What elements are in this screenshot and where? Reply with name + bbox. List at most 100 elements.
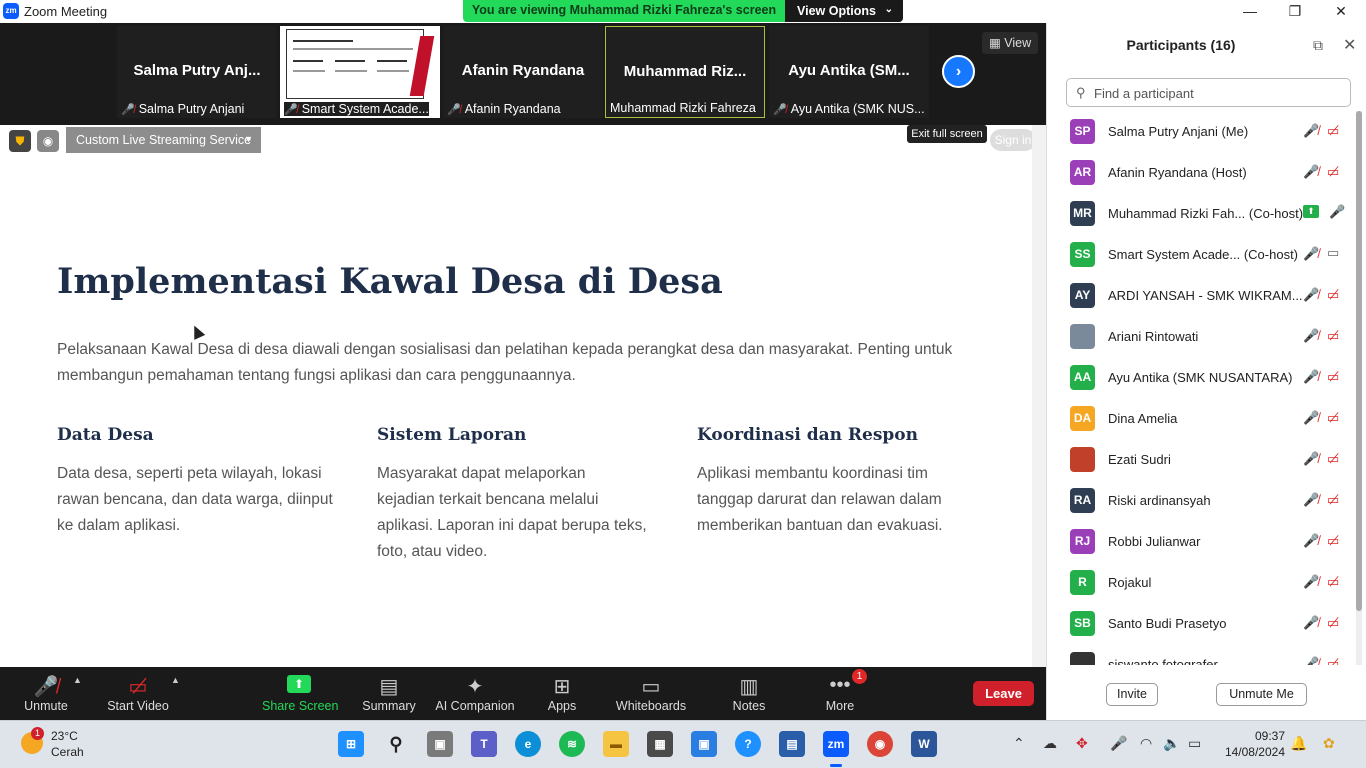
search-taskbar-icon[interactable]: ⚲ — [383, 731, 409, 757]
participant-row[interactable]: SB Santo Budi Prasetyo 🎤̸ ▭̸ — [1047, 603, 1355, 644]
clock-time[interactable]: 09:37 — [1215, 729, 1285, 743]
sign-in-button[interactable]: Sign in — [990, 129, 1036, 151]
live-streaming-dropdown[interactable]: Custom Live Streaming Service ▼ — [66, 127, 261, 153]
close-window-button[interactable]: ✕ — [1318, 0, 1364, 23]
search-input[interactable] — [1094, 83, 1344, 103]
volume-icon[interactable]: 🔈 — [1163, 735, 1180, 752]
minimize-button[interactable]: — — [1227, 0, 1273, 23]
participant-scrollbar[interactable] — [1356, 111, 1362, 665]
zoom-taskbar-icon[interactable]: zm — [823, 731, 849, 767]
start-menu-icon[interactable]: ⊞ — [338, 731, 364, 757]
participant-row[interactable]: MR Muhammad Rizki Fah... (Co-host) ⬆ 🎤 — [1047, 193, 1355, 234]
camera-off-icon[interactable]: ▭̸ — [1327, 328, 1339, 344]
participant-row[interactable]: SP Salma Putry Anjani (Me) 🎤̸ ▭̸ — [1047, 111, 1355, 152]
camera-off-icon[interactable]: ▭̸ — [1327, 123, 1339, 139]
unmute-me-button[interactable]: Unmute Me — [1216, 683, 1307, 706]
ai-companion-button[interactable]: ✦ AI Companion — [432, 667, 518, 720]
help-icon[interactable]: ? — [735, 731, 761, 757]
unmute-button[interactable]: 🎤̸ Unmute — [15, 667, 77, 720]
view-button[interactable]: ▦ View — [982, 32, 1038, 54]
mic-muted-icon[interactable]: 🎤̸ — [1303, 492, 1319, 508]
audio-options-caret[interactable]: ▲ — [73, 675, 82, 685]
invite-button[interactable]: Invite — [1106, 683, 1158, 706]
mic-on-icon[interactable]: 🎤 — [1329, 204, 1345, 220]
participant-row[interactable]: R Rojakul 🎤̸ ▭̸ — [1047, 562, 1355, 603]
battery-icon[interactable]: ▭ — [1188, 735, 1201, 752]
mic-muted-icon[interactable]: 🎤̸ — [1303, 451, 1319, 467]
mic-muted-icon[interactable]: 🎤̸ — [1303, 246, 1319, 262]
camera-off-icon[interactable]: ▭̸ — [1327, 615, 1339, 631]
teams-icon[interactable]: T — [471, 731, 497, 757]
next-page-button[interactable]: › — [942, 55, 975, 88]
copilot-icon[interactable]: ✿ — [1323, 735, 1335, 752]
view-options-button[interactable]: View Options ⌄ — [785, 0, 903, 22]
file-explorer-icon[interactable]: ▬ — [603, 731, 629, 757]
participant-row[interactable]: DA Dina Amelia 🎤̸ ▭̸ — [1047, 398, 1355, 439]
camera-off-icon[interactable]: ▭̸ — [1327, 164, 1339, 180]
camera-off-icon[interactable]: ▭̸ — [1327, 410, 1339, 426]
spotify-icon[interactable]: ≋ — [559, 731, 585, 757]
participant-row[interactable]: Ariani Rintowati 🎤̸ ▭̸ — [1047, 316, 1355, 357]
mic-muted-icon[interactable]: 🎤̸ — [1303, 328, 1319, 344]
mic-muted-icon[interactable]: 🎤̸ — [1303, 287, 1319, 303]
mic-muted-icon[interactable]: 🎤̸ — [1303, 369, 1319, 385]
camera-off-icon[interactable]: ▭̸ — [1327, 656, 1339, 665]
close-icon[interactable]: ✕ — [1343, 35, 1356, 55]
tray-chevron-icon[interactable]: ⌃ — [1013, 735, 1025, 752]
participant-row[interactable]: siswanto fotografer 🎤̸ ▭̸ — [1047, 644, 1355, 665]
participant-row[interactable]: AR Afanin Ryandana (Host) 🎤̸ ▭̸ — [1047, 152, 1355, 193]
participant-row[interactable]: RJ Robbi Julianwar 🎤̸ ▭̸ — [1047, 521, 1355, 562]
shield-icon[interactable]: ⛊ — [9, 130, 31, 152]
rss-icon[interactable]: ◉ — [37, 130, 59, 152]
notification-bell-icon[interactable]: 🔔 — [1290, 735, 1307, 752]
chrome-icon[interactable]: ◉ — [867, 731, 893, 757]
mic-muted-icon[interactable]: 🎤̸ — [1303, 656, 1319, 665]
camera-off-icon[interactable]: ▭̸ — [1327, 533, 1339, 549]
word-icon[interactable]: W — [911, 731, 937, 757]
camera-off-icon[interactable]: ▭̸ — [1327, 451, 1339, 467]
camera-off-icon[interactable]: ▭̸ — [1327, 492, 1339, 508]
leave-button[interactable]: Leave — [973, 681, 1034, 706]
mic-muted-icon[interactable]: 🎤̸ — [1303, 533, 1319, 549]
participant-row[interactable]: SS Smart System Acade... (Co-host) 🎤̸ ▭ — [1047, 234, 1355, 275]
mic-muted-icon[interactable]: 🎤̸ — [1303, 164, 1319, 180]
app-tray-icon[interactable]: ✥ — [1076, 735, 1088, 752]
camera-off-icon[interactable]: ▭̸ — [1327, 574, 1339, 590]
share-screen-button[interactable]: ⬆ Share Screen — [262, 667, 338, 720]
participant-search[interactable]: ⚲ — [1066, 78, 1351, 107]
mic-muted-icon[interactable]: 🎤̸ — [1303, 123, 1319, 139]
video-tile-shared[interactable]: 🎤̸ Smart System Acade... — [280, 26, 440, 118]
camera-on-icon[interactable]: ▭ — [1327, 245, 1339, 261]
camera-off-icon[interactable]: ▭̸ — [1327, 287, 1339, 303]
video-tile[interactable]: Salma Putry Anj... 🎤̸ Salma Putry Anjani — [117, 26, 277, 118]
task-view-icon[interactable]: ▣ — [427, 731, 453, 757]
participant-row[interactable]: RA Riski ardinansyah 🎤̸ ▭̸ — [1047, 480, 1355, 521]
mic-muted-icon[interactable]: 🎤̸ — [1303, 574, 1319, 590]
mic-muted-icon[interactable]: 🎤̸ — [1303, 410, 1319, 426]
video-tile[interactable]: Afanin Ryandana 🎤̸ Afanin Ryandana — [443, 26, 603, 118]
edge-icon[interactable]: e — [515, 731, 541, 757]
participant-row[interactable]: AA Ayu Antika (SMK NUSANTARA) 🎤̸ ▭̸ — [1047, 357, 1355, 398]
summary-button[interactable]: ▤ Summary — [358, 667, 420, 720]
microphone-icon[interactable]: 🎤 — [1110, 735, 1127, 752]
video-tile-active-speaker[interactable]: Muhammad Riz... Muhammad Rizki Fahreza — [605, 26, 765, 118]
participant-row[interactable]: AY ARDI YANSAH - SMK WIKRAM... 🎤̸ ▭̸ — [1047, 275, 1355, 316]
whiteboards-button[interactable]: ▭ Whiteboards — [612, 667, 690, 720]
store-icon[interactable]: ▣ — [691, 731, 717, 757]
mic-muted-icon[interactable]: 🎤̸ — [1303, 615, 1319, 631]
participant-row[interactable]: Ezati Sudri 🎤̸ ▭̸ — [1047, 439, 1355, 480]
start-video-button[interactable]: ▭̸ Start Video — [103, 667, 173, 720]
calculator-icon[interactable]: ▦ — [647, 731, 673, 757]
clock-date[interactable]: 14/08/2024 — [1215, 745, 1285, 759]
apps-button[interactable]: ⊞ Apps — [540, 667, 584, 720]
notes-button[interactable]: ▥ Notes — [728, 667, 770, 720]
camera-off-icon[interactable]: ▭̸ — [1327, 369, 1339, 385]
pop-out-icon[interactable]: ⧉ — [1313, 37, 1323, 54]
share-scrollbar[interactable] — [1032, 125, 1046, 667]
video-options-caret[interactable]: ▲ — [171, 675, 180, 685]
restore-button[interactable]: ❐ — [1272, 0, 1318, 23]
news-icon[interactable]: ▤ — [779, 731, 805, 757]
video-tile[interactable]: Ayu Antika (SM... 🎤̸ Ayu Antika (SMK NUS.… — [769, 26, 929, 118]
cloud-icon[interactable]: ☁ — [1043, 735, 1057, 752]
wifi-icon[interactable]: ◠ — [1140, 735, 1152, 752]
